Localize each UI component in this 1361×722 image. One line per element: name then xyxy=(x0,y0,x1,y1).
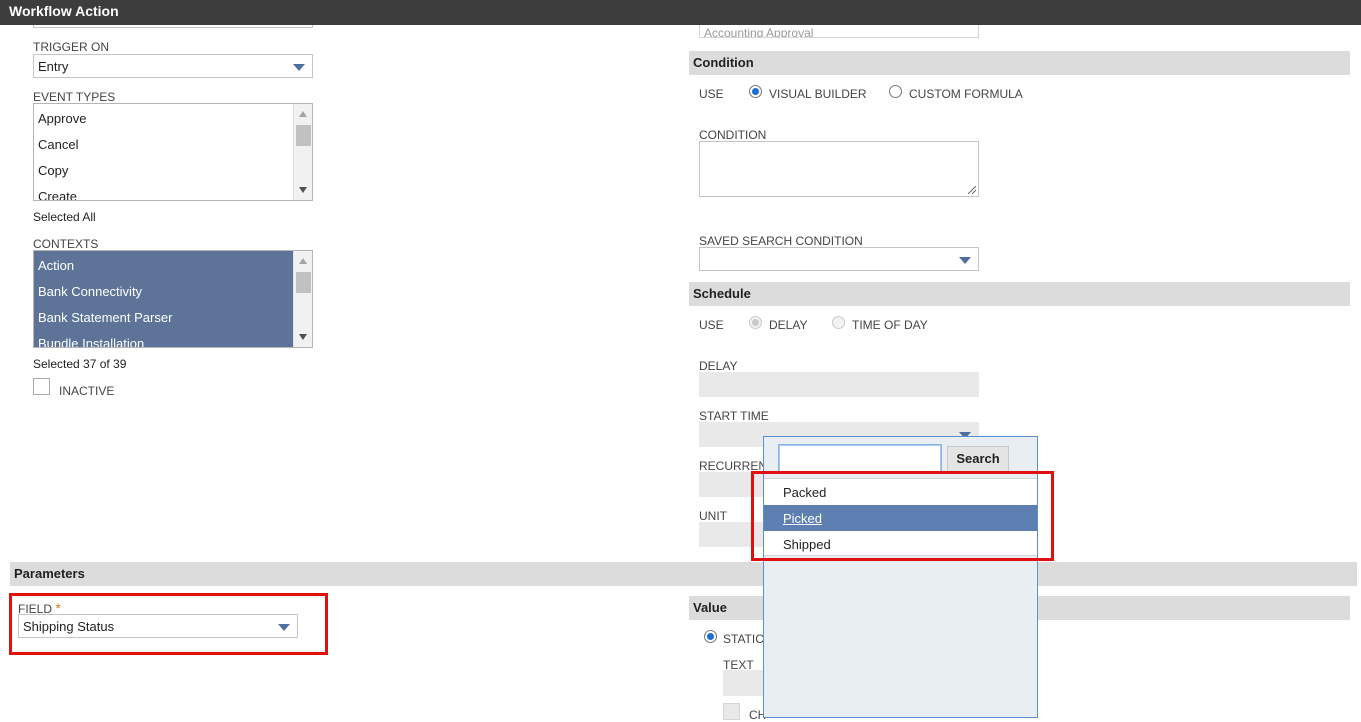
delay-option-label[interactable]: DELAY xyxy=(769,318,807,332)
start-time-label: START TIME xyxy=(699,409,769,423)
popup-options-list: Packed Picked Shipped xyxy=(764,478,1037,556)
resize-grip-icon[interactable] xyxy=(968,186,976,194)
scroll-down-icon[interactable] xyxy=(299,334,307,340)
list-item[interactable]: Approve xyxy=(38,111,86,126)
schedule-use-label: USE xyxy=(699,318,724,332)
schedule-header: Schedule xyxy=(693,286,751,301)
popup-search-button[interactable]: Search xyxy=(947,446,1009,472)
scroll-up-icon[interactable] xyxy=(299,111,307,117)
unit-field[interactable] xyxy=(699,522,769,547)
list-item[interactable]: Copy xyxy=(38,163,68,178)
window-title: Workflow Action xyxy=(9,3,119,19)
list-item[interactable]: Bundle Installation xyxy=(38,336,144,347)
field-select[interactable]: Shipping Status xyxy=(18,614,298,638)
unit-label: UNIT xyxy=(699,509,727,523)
trigger-on-value: Entry xyxy=(38,59,69,74)
recurrence-field[interactable] xyxy=(699,472,769,497)
scrollbar[interactable] xyxy=(293,251,312,347)
chevron-down-icon xyxy=(959,257,971,264)
scroll-thumb[interactable] xyxy=(296,272,311,293)
condition-textarea[interactable] xyxy=(699,141,979,197)
delay-label: DELAY xyxy=(699,359,738,373)
static-radio[interactable] xyxy=(704,630,717,643)
condition-header: Condition xyxy=(693,55,754,70)
condition-label: CONDITION xyxy=(699,128,767,142)
list-item[interactable]: Create xyxy=(38,189,77,200)
option-packed[interactable]: Packed xyxy=(764,479,1037,505)
top-clipped-select[interactable]: Accounting Approval xyxy=(699,25,979,38)
time-of-day-radio[interactable] xyxy=(832,316,845,329)
scrollbar[interactable] xyxy=(293,104,312,200)
value-checkbox[interactable] xyxy=(723,703,740,720)
chevron-down-icon xyxy=(293,64,305,71)
popup-search-input[interactable] xyxy=(778,444,942,473)
list-item[interactable]: Bank Connectivity xyxy=(38,284,142,299)
visual-builder-label[interactable]: VISUAL BUILDER xyxy=(769,87,867,101)
event-types-listbox[interactable]: Approve Cancel Copy Create xyxy=(33,103,313,201)
contexts-footer: Selected 37 of 39 xyxy=(33,357,127,371)
custom-formula-label[interactable]: CUSTOM FORMULA xyxy=(909,87,1023,101)
trigger-on-label: TRIGGER ON xyxy=(33,40,110,54)
delay-field[interactable] xyxy=(699,372,979,397)
scroll-up-icon[interactable] xyxy=(299,258,307,264)
contexts-label: CONTEXTS xyxy=(33,237,99,251)
custom-formula-radio[interactable] xyxy=(889,85,902,98)
top-clipped-select-value: Accounting Approval xyxy=(704,26,814,38)
delay-radio[interactable] xyxy=(749,316,762,329)
option-label: Picked xyxy=(783,511,823,526)
saved-search-select[interactable] xyxy=(699,247,979,271)
saved-search-label: SAVED SEARCH CONDITION xyxy=(699,234,863,248)
field-value-dropdown-popup: Search Packed Picked Shipped xyxy=(763,436,1038,718)
time-of-day-label[interactable]: TIME OF DAY xyxy=(852,318,928,332)
list-item[interactable]: Cancel xyxy=(38,137,78,152)
chevron-down-icon xyxy=(278,624,290,631)
option-shipped[interactable]: Shipped xyxy=(764,531,1037,557)
option-picked[interactable]: Picked xyxy=(764,505,1037,531)
condition-section-header: Condition xyxy=(689,51,1350,75)
scroll-down-icon[interactable] xyxy=(299,187,307,193)
parameters-header: Parameters xyxy=(14,566,85,581)
scroll-thumb[interactable] xyxy=(296,125,311,146)
list-item[interactable]: Action xyxy=(38,258,74,273)
static-label[interactable]: STATIC xyxy=(723,632,764,646)
contexts-listbox[interactable]: Action Bank Connectivity Bank Statement … xyxy=(33,250,313,348)
event-types-label: EVENT TYPES xyxy=(33,90,116,104)
condition-use-label: USE xyxy=(699,87,724,101)
value-header: Value xyxy=(693,600,727,615)
inactive-checkbox[interactable] xyxy=(33,378,50,395)
option-label: Shipped xyxy=(783,537,831,552)
visual-builder-radio[interactable] xyxy=(749,85,762,98)
list-item[interactable]: Bank Statement Parser xyxy=(38,310,172,325)
trigger-on-select[interactable]: Entry xyxy=(33,54,313,78)
event-types-footer: Selected All xyxy=(33,210,96,224)
inactive-label: INACTIVE xyxy=(59,384,115,398)
window-title-bar: Workflow Action xyxy=(0,0,1361,25)
field-select-value: Shipping Status xyxy=(23,619,115,634)
parameters-section-header: Parameters xyxy=(10,562,1357,586)
schedule-section-header: Schedule xyxy=(689,282,1350,306)
clipped-field-top-left[interactable] xyxy=(33,25,313,28)
option-label: Packed xyxy=(783,485,827,500)
